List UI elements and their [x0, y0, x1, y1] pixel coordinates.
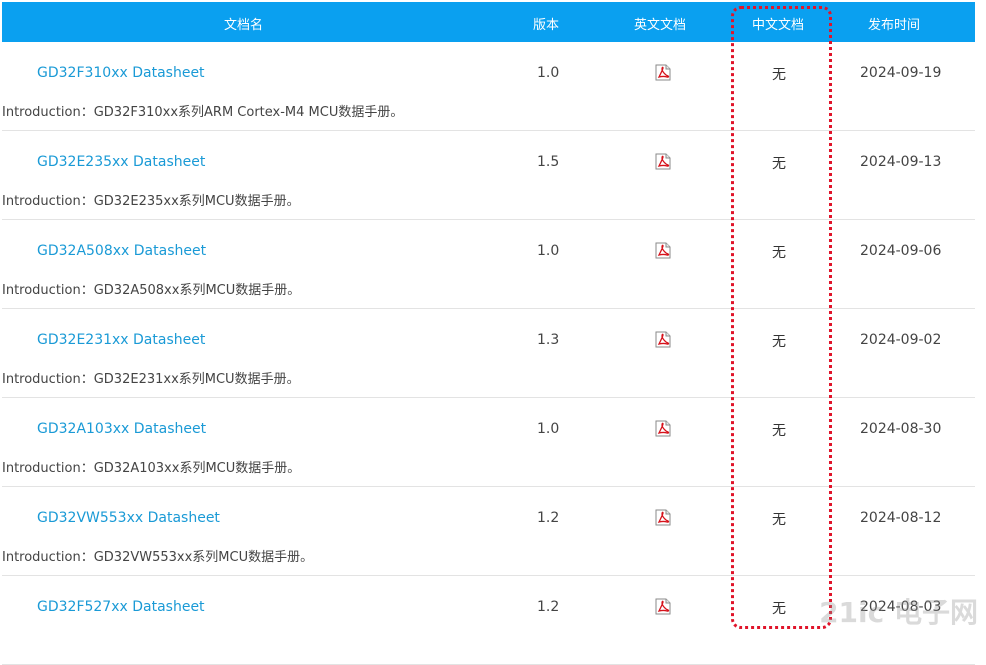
- pdf-icon[interactable]: [655, 331, 671, 348]
- datasheet-link[interactable]: GD32A103xx Datasheet: [37, 421, 206, 437]
- header-release-date: 发布时间: [868, 18, 921, 33]
- datasheet-link[interactable]: GD32E235xx Datasheet: [37, 154, 205, 170]
- row-date: 2024-09-13: [860, 154, 942, 170]
- row-chinese-doc: 无: [772, 67, 786, 83]
- row-version: 1.0: [537, 421, 560, 437]
- row-date: 2024-09-19: [860, 65, 942, 81]
- row-chinese-doc: 无: [772, 512, 786, 528]
- row-date: 2024-09-06: [860, 243, 942, 259]
- table-row: GD32A508xx Datasheet Introduction：GD32A5…: [2, 220, 975, 309]
- row-introduction: Introduction：GD32A508xx系列MCU数据手册。: [2, 283, 301, 298]
- header-chinese-doc: 中文文档: [752, 18, 805, 33]
- datasheet-link[interactable]: GD32F527xx Datasheet: [37, 599, 205, 615]
- row-version: 1.5: [537, 154, 560, 170]
- datasheet-link[interactable]: GD32A508xx Datasheet: [37, 243, 206, 259]
- row-chinese-doc: 无: [772, 156, 786, 172]
- row-chinese-doc: 无: [772, 245, 786, 261]
- table-row: GD32VW553xx Datasheet Introduction：GD32V…: [2, 487, 975, 576]
- table-row: GD32F310xx Datasheet Introduction：GD32F3…: [2, 42, 975, 131]
- header-english-doc: 英文文档: [634, 18, 687, 33]
- header-version: 版本: [533, 18, 560, 33]
- table-row: GD32E231xx Datasheet Introduction：GD32E2…: [2, 309, 975, 398]
- row-version: 1.2: [537, 599, 560, 615]
- table-row: GD32A103xx Datasheet Introduction：GD32A1…: [2, 398, 975, 487]
- row-introduction: Introduction：GD32VW553xx系列MCU数据手册。: [2, 550, 314, 565]
- row-version: 1.3: [537, 332, 560, 348]
- row-date: 2024-08-03: [860, 599, 942, 615]
- row-date: 2024-09-02: [860, 332, 942, 348]
- row-chinese-doc: 无: [772, 423, 786, 439]
- pdf-icon[interactable]: [655, 242, 671, 259]
- datasheet-link[interactable]: GD32F310xx Datasheet: [37, 65, 205, 81]
- row-date: 2024-08-12: [860, 510, 942, 526]
- pdf-icon[interactable]: [655, 153, 671, 170]
- row-introduction: Introduction：GD32A103xx系列MCU数据手册。: [2, 461, 301, 476]
- row-version: 1.2: [537, 510, 560, 526]
- row-version: 1.0: [537, 243, 560, 259]
- datasheet-link[interactable]: GD32E231xx Datasheet: [37, 332, 205, 348]
- pdf-icon[interactable]: [655, 509, 671, 526]
- pdf-icon[interactable]: [655, 598, 671, 615]
- row-introduction: Introduction：GD32F310xx系列ARM Cortex-M4 M…: [2, 105, 404, 120]
- table-header: 文档名 版本 英文文档 中文文档 发布时间: [2, 2, 975, 42]
- table-row: GD32E235xx Datasheet Introduction：GD32E2…: [2, 131, 975, 220]
- row-chinese-doc: 无: [772, 601, 786, 617]
- table-row: GD32F527xx Datasheet 1.2 无 2024-08-03: [2, 576, 975, 665]
- row-version: 1.0: [537, 65, 560, 81]
- header-name: 文档名: [224, 18, 264, 33]
- row-date: 2024-08-30: [860, 421, 942, 437]
- row-introduction: Introduction：GD32E235xx系列MCU数据手册。: [2, 194, 300, 209]
- datasheet-link[interactable]: GD32VW553xx Datasheet: [37, 510, 220, 526]
- pdf-icon[interactable]: [655, 64, 671, 81]
- row-introduction: Introduction：GD32E231xx系列MCU数据手册。: [2, 372, 300, 387]
- datasheet-table: 文档名 版本 英文文档 中文文档 发布时间 GD32F310xx Datashe…: [2, 2, 975, 665]
- pdf-icon[interactable]: [655, 420, 671, 437]
- row-chinese-doc: 无: [772, 334, 786, 350]
